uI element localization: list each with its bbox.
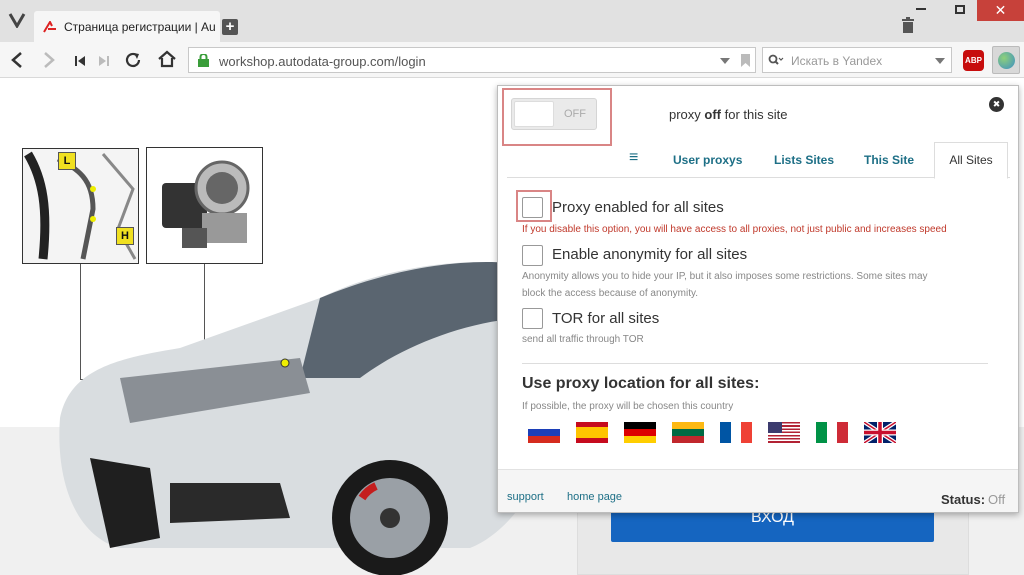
home-page-link[interactable]: home page [567, 491, 622, 503]
proxy-extension-button[interactable] [992, 46, 1020, 74]
browser-title-bar: Страница регистрации | Au + ✕ [0, 0, 1024, 42]
tab-this-site[interactable]: This Site [864, 153, 914, 167]
tab-title: Страница регистрации | Au [64, 20, 216, 34]
location-desc: If possible, the proxy will be chosen th… [522, 401, 734, 412]
proxy-enabled-desc: If you disable this option, you will hav… [522, 224, 947, 235]
status-value: Off [988, 492, 1006, 507]
fast-forward-icon[interactable] [98, 54, 110, 72]
france-flag-icon[interactable] [720, 422, 752, 443]
maximize-icon[interactable] [955, 5, 965, 14]
proxy-enabled-label: Proxy enabled for all sites [552, 199, 724, 216]
search-dropdown-icon[interactable] [935, 58, 945, 64]
close-window-icon: ✕ [994, 2, 1007, 18]
proxy-status-text: proxy off for this site [669, 107, 787, 122]
minimize-icon[interactable] [916, 8, 926, 10]
anonymity-desc-line1: Anonymity allows you to hide your IP, bu… [522, 271, 928, 282]
adblock-plus-button[interactable]: ABP [963, 50, 984, 71]
location-title: Use proxy location for all sites: [522, 375, 760, 392]
vivaldi-logo-icon[interactable] [8, 12, 26, 29]
search-bar[interactable]: Искать в Yandex [762, 47, 952, 73]
browser-nav-bar: workshop.autodata-group.com/login Искать… [0, 42, 1024, 78]
proxy-enabled-checkbox[interactable] [522, 197, 543, 218]
browser-tab[interactable]: Страница регистрации | Au [34, 11, 220, 42]
adblock-label: ABP [965, 56, 982, 65]
bookmark-icon[interactable] [741, 54, 750, 72]
proxy-toggle[interactable]: OFF [511, 98, 597, 130]
russia-flag-icon[interactable] [528, 422, 560, 443]
tab-menu[interactable]: ≡ [629, 149, 638, 167]
anonymity-desc-line2: block the access because of anonymity. [522, 288, 699, 299]
reload-icon[interactable] [124, 51, 142, 74]
callout-l-label: L [58, 152, 76, 170]
search-icon [768, 54, 784, 72]
status-suffix: for this site [721, 107, 788, 122]
proxy-extension-popup: OFF proxy off for this site ✖ ≡ User pro… [497, 85, 1019, 513]
url-text: workshop.autodata-group.com/login [219, 54, 426, 69]
tab-all-sites[interactable]: All Sites [934, 142, 1008, 179]
spain-flag-icon[interactable] [576, 422, 608, 443]
tor-label: TOR for all sites [552, 310, 660, 327]
germany-flag-icon[interactable] [624, 422, 656, 443]
usa-flag-icon[interactable] [768, 422, 800, 443]
dropdown-arrow-icon[interactable] [720, 58, 730, 64]
back-icon[interactable] [10, 51, 24, 74]
close-window-button[interactable]: ✕ [977, 0, 1024, 21]
home-icon[interactable] [157, 50, 177, 73]
close-icon[interactable]: ✖ [989, 97, 1004, 112]
tab-user-proxys[interactable]: User proxys [673, 153, 742, 167]
status-bold: off [704, 107, 722, 122]
support-link[interactable]: support [507, 491, 544, 503]
lock-icon [198, 53, 209, 72]
globe-icon [998, 52, 1015, 69]
italy-flag-icon[interactable] [816, 422, 848, 443]
trash-icon[interactable] [901, 17, 915, 33]
search-placeholder: Искать в Yandex [791, 54, 883, 68]
anonymity-checkbox[interactable] [522, 245, 543, 266]
lithuania-flag-icon[interactable] [672, 422, 704, 443]
uk-flag-icon[interactable] [864, 422, 896, 443]
tab-all-sites-label: All Sites [949, 153, 993, 167]
toggle-label: OFF [564, 108, 586, 120]
tor-desc: send all traffic through TOR [522, 334, 644, 345]
tor-checkbox[interactable] [522, 308, 543, 329]
section-divider [522, 363, 988, 364]
status-label: Status: [941, 492, 986, 507]
tab-lists-sites[interactable]: Lists Sites [774, 153, 834, 167]
status-prefix: proxy [669, 107, 705, 122]
forward-icon[interactable] [42, 51, 56, 74]
new-tab-button[interactable]: + [222, 19, 238, 35]
autodata-favicon-icon [43, 19, 57, 33]
anonymity-label: Enable anonymity for all sites [552, 246, 748, 263]
car-illustration [0, 228, 580, 575]
rewind-icon[interactable] [74, 54, 86, 72]
toggle-knob [514, 101, 554, 127]
address-bar[interactable]: workshop.autodata-group.com/login [188, 47, 756, 73]
